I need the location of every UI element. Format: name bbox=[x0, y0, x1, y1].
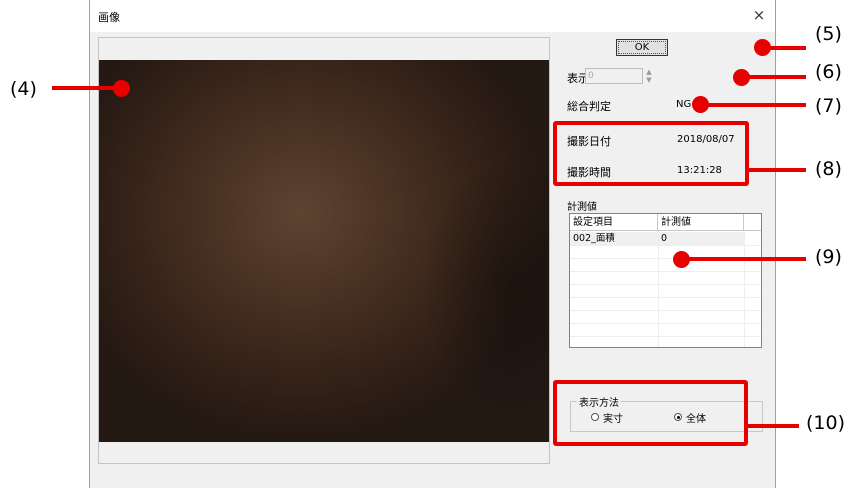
callout-number-6: (6) bbox=[815, 61, 842, 83]
image-viewer bbox=[98, 37, 550, 464]
callout-line-5 bbox=[762, 46, 806, 50]
grid-divider bbox=[570, 284, 761, 285]
measurements-section-label: 計測値 bbox=[567, 202, 597, 213]
callout-box-10 bbox=[553, 380, 748, 446]
callout-line-4 bbox=[52, 86, 122, 90]
grid-divider bbox=[570, 310, 761, 311]
grid-divider bbox=[570, 271, 761, 272]
callout-dot-4 bbox=[113, 80, 130, 97]
spinner-arrows-icon[interactable]: ▲ ▼ bbox=[642, 68, 656, 84]
grid-divider bbox=[658, 231, 659, 347]
grid-divider bbox=[570, 323, 761, 324]
table-cell-value[interactable]: 0 bbox=[658, 232, 744, 245]
callout-number-5: (5) bbox=[815, 23, 842, 45]
grid-divider bbox=[570, 297, 761, 298]
measurement-table[interactable]: 設定項目 計測値 002_面積 0 bbox=[569, 213, 762, 348]
grid-divider bbox=[570, 336, 761, 337]
column-header-filler bbox=[744, 214, 761, 231]
column-header-value[interactable]: 計測値 bbox=[658, 214, 744, 231]
overall-judgment-label: 総合判定 bbox=[567, 100, 611, 113]
callout-box-8 bbox=[553, 121, 749, 186]
callout-line-6 bbox=[741, 75, 806, 79]
column-header-item[interactable]: 設定項目 bbox=[570, 214, 658, 231]
overall-judgment-value: NG bbox=[676, 99, 692, 110]
display-position-spinner[interactable]: 0 bbox=[585, 68, 643, 84]
callout-number-9: (9) bbox=[815, 246, 842, 268]
close-icon[interactable]: × bbox=[749, 5, 769, 25]
callout-line-8 bbox=[749, 168, 806, 172]
grid-divider bbox=[570, 245, 761, 246]
table-cell-item[interactable]: 002_面積 bbox=[570, 232, 658, 245]
callout-number-10: (10) bbox=[806, 412, 846, 434]
ok-button[interactable]: OK bbox=[616, 39, 668, 56]
callout-line-10 bbox=[748, 424, 799, 428]
title-bar: 画像 × bbox=[90, 0, 775, 32]
captured-image[interactable] bbox=[99, 60, 549, 442]
grid-divider bbox=[744, 231, 745, 347]
window-title: 画像 bbox=[98, 11, 120, 24]
callout-number-4: (4) bbox=[10, 78, 37, 100]
callout-line-7 bbox=[700, 103, 806, 107]
callout-number-7: (7) bbox=[815, 95, 842, 117]
callout-number-8: (8) bbox=[815, 158, 842, 180]
callout-line-9 bbox=[681, 257, 806, 261]
